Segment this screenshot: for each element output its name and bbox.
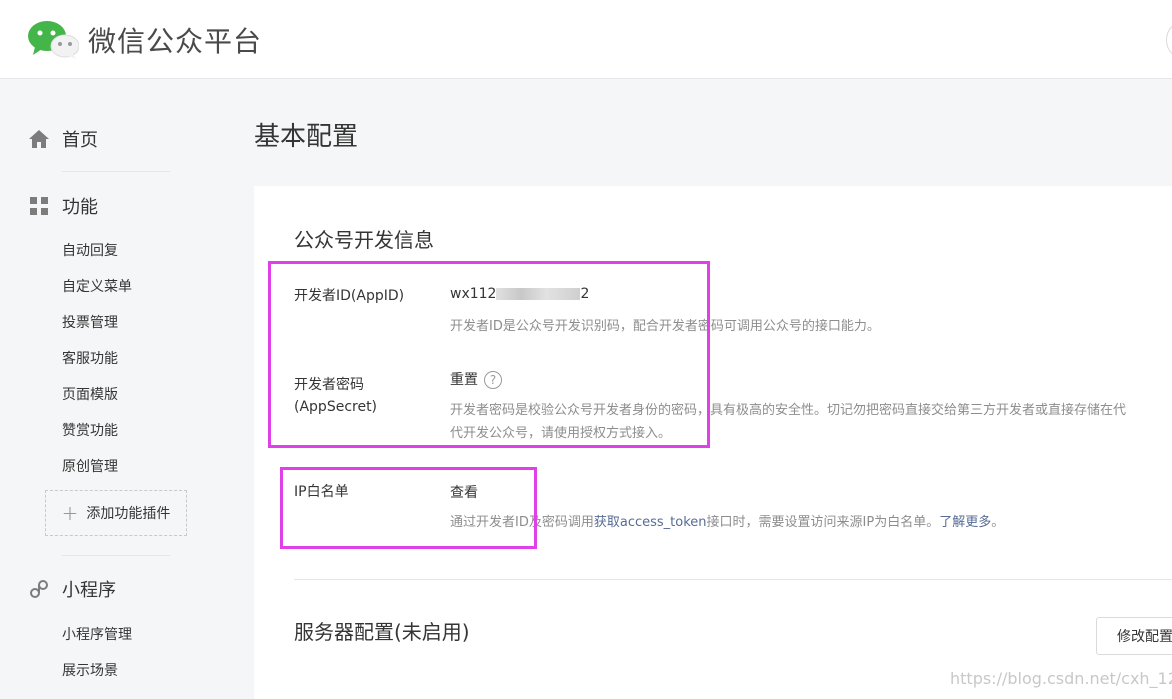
- sidebar-subitem-auto-reply[interactable]: 自动回复: [62, 240, 118, 260]
- add-plugin-label: 添加功能插件: [86, 506, 171, 522]
- sidebar-divider: [62, 171, 170, 172]
- sidebar-subitem-vote[interactable]: 投票管理: [62, 312, 118, 332]
- account-avatar[interactable]: [1166, 20, 1172, 60]
- sidebar-subitem-page-template[interactable]: 页面模版: [62, 384, 118, 404]
- link-icon: [28, 578, 50, 600]
- home-icon: [28, 128, 50, 150]
- section-divider: [294, 579, 1172, 580]
- annotation-box-whitelist: [280, 467, 537, 549]
- sidebar-subitem-original[interactable]: 原创管理: [62, 456, 118, 476]
- learn-more-link[interactable]: 了解更多: [939, 515, 991, 530]
- dev-info-section-title: 公众号开发信息: [294, 228, 434, 252]
- ip-desc-middle: 接口时，需要设置访问来源IP为白名单。: [706, 515, 940, 530]
- sidebar: 首页 功能 自动回复 自定义菜单 投票管理 客服功能 页面模版 赞赏功能 原创管…: [0, 80, 230, 699]
- sidebar-item-home[interactable]: 首页: [28, 126, 98, 152]
- page-title: 基本配置: [254, 122, 359, 152]
- modify-config-button[interactable]: 修改配置: [1096, 617, 1172, 655]
- sidebar-subitem-miniprogram-manage[interactable]: 小程序管理: [62, 624, 132, 644]
- sidebar-item-features-label: 功能: [62, 197, 98, 218]
- sidebar-item-home-label: 首页: [62, 130, 98, 151]
- annotation-box-credentials: [268, 261, 710, 448]
- brand-title[interactable]: 微信公众平台: [88, 20, 262, 60]
- sidebar-subitem-customer-service[interactable]: 客服功能: [62, 348, 118, 368]
- watermark: https://blog.csdn.net/cxh_1231: [950, 669, 1172, 688]
- wechat-logo-icon[interactable]: [27, 19, 79, 59]
- sidebar-subitem-showcase[interactable]: 展示场景: [62, 660, 118, 680]
- sidebar-item-features[interactable]: 功能: [28, 193, 98, 219]
- grid-icon: [28, 195, 50, 217]
- sidebar-divider: [62, 555, 170, 556]
- sidebar-item-miniprogram[interactable]: 小程序: [28, 576, 116, 602]
- sidebar-item-miniprogram-label: 小程序: [62, 580, 116, 601]
- sidebar-subitem-reward[interactable]: 赞赏功能: [62, 420, 118, 440]
- top-header: 微信公众平台: [0, 0, 1172, 79]
- sidebar-subitem-custom-menu[interactable]: 自定义菜单: [62, 276, 132, 296]
- server-config-section-title: 服务器配置(未启用): [294, 620, 470, 644]
- add-plugin-button[interactable]: + 添加功能插件: [45, 490, 187, 536]
- ip-desc-end: 。: [991, 515, 1005, 530]
- access-token-link[interactable]: 获取access_token: [594, 515, 707, 530]
- plus-icon: +: [61, 501, 79, 525]
